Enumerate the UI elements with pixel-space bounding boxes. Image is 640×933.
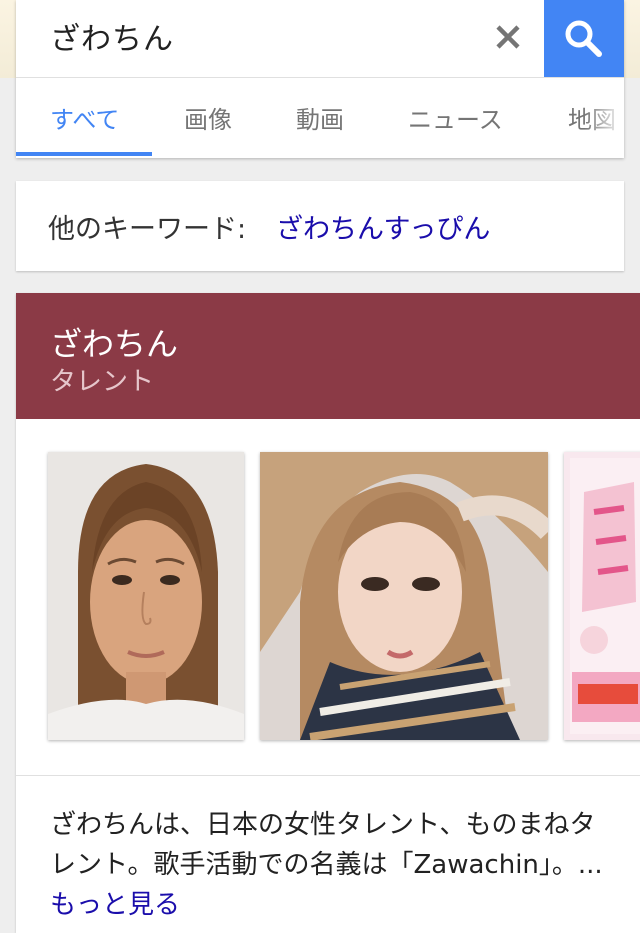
photo-bare-face[interactable]: [48, 452, 244, 740]
knowledge-panel: ざわちん タレント ざわちんは、日本の女性タレント、ものまねタレント。歌手活動で…: [16, 293, 640, 933]
knowledge-subtitle: タレント: [50, 367, 155, 397]
related-keyword-link[interactable]: ざわちんすっぴん: [276, 207, 490, 246]
tabs-fade: [584, 78, 624, 156]
search-panel: ざわちん すべて 画像 動画 ニュース 地図: [16, 0, 624, 158]
tab-videos[interactable]: 動画: [296, 100, 344, 135]
knowledge-title: ざわちん: [50, 325, 179, 363]
related-keywords-card: 他のキーワード: ざわちんすっぴん: [16, 181, 624, 271]
close-icon: [496, 25, 520, 49]
search-bar: ざわちん: [16, 0, 624, 78]
photo-makeup[interactable]: [260, 452, 548, 740]
description-text: ざわちんは、日本の女性タレント、ものまねタレント。歌手活動での名義は「Zawac…: [50, 810, 603, 880]
clear-button[interactable]: [486, 12, 530, 62]
search-input[interactable]: ざわちん: [50, 14, 174, 58]
tab-all[interactable]: すべて: [50, 100, 119, 135]
tab-news[interactable]: ニュース: [408, 100, 503, 135]
related-keywords-label: 他のキーワード:: [48, 214, 247, 245]
more-link[interactable]: もっと見る: [50, 890, 180, 920]
knowledge-header: ざわちん タレント: [16, 293, 640, 419]
search-button[interactable]: [544, 0, 624, 77]
image-carousel[interactable]: [16, 419, 640, 776]
tab-images[interactable]: 画像: [184, 100, 232, 135]
tab-bar: すべて 画像 動画 ニュース 地図: [16, 78, 624, 158]
search-icon: [565, 20, 602, 57]
knowledge-description: ざわちんは、日本の女性タレント、ものまねタレント。歌手活動での名義は「Zawac…: [50, 805, 610, 925]
active-tab-indicator: [16, 152, 152, 156]
photo-book-cover[interactable]: [564, 452, 640, 740]
